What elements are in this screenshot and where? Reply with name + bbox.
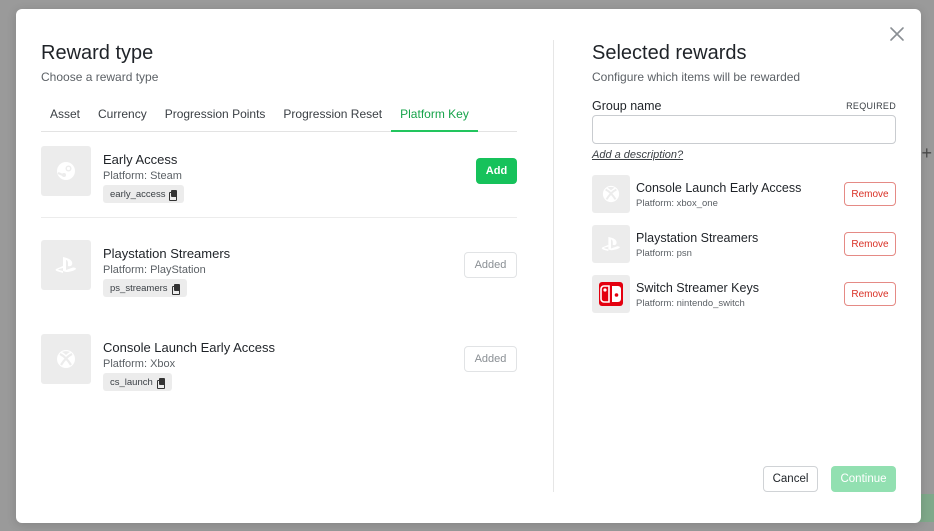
selected-item-platform: Platform: nintendo_switch [636,298,745,309]
group-name-input[interactable] [592,115,896,144]
add-description-link[interactable]: Add a description? [592,149,683,161]
item-platform: Platform: PlayStation [103,264,206,276]
added-button: Added [464,252,517,278]
remove-button[interactable]: Remove [844,182,896,206]
reward-modal: Reward type Choose a reward type Asset C… [16,9,921,523]
selected-rewards-panel: Selected rewards Configure which items w… [592,9,896,523]
playstation-icon [41,240,91,290]
copy-icon[interactable] [156,377,165,389]
tab-platform-key[interactable]: Platform Key [391,98,478,132]
copy-icon[interactable] [171,283,180,295]
remove-button[interactable]: Remove [844,232,896,256]
item-platform: Platform: Xbox [103,358,176,370]
list-item: Console Launch Early Access Platform: Xb… [41,334,517,420]
reward-type-tabs: Asset Currency Progression Points Progre… [41,98,517,132]
selected-item: Playstation Streamers Platform: psn Remo… [592,225,896,263]
tab-currency[interactable]: Currency [89,98,156,132]
selected-item: Console Launch Early Access Platform: xb… [592,175,896,213]
list-item: Playstation Streamers Platform: PlayStat… [41,240,517,326]
list-item: Early Access Platform: Steam early_acces… [41,146,517,232]
item-name: Playstation Streamers [103,246,231,261]
required-label: REQUIRED [846,101,896,111]
item-key-chip[interactable]: cs_launch [103,373,172,391]
tab-progression-points[interactable]: Progression Points [156,98,275,132]
reward-type-title: Reward type [41,42,154,64]
selected-rewards-subtitle: Configure which items will be rewarded [592,70,801,84]
item-platform: Platform: Steam [103,170,182,182]
remove-button[interactable]: Remove [844,282,896,306]
copy-icon[interactable] [169,189,178,201]
cancel-button[interactable]: Cancel [763,466,818,492]
divider [41,217,517,218]
added-button: Added [464,346,517,372]
steam-icon [41,146,91,196]
item-key-chip[interactable]: ps_streamers [103,279,187,297]
background-plus-icon: + [921,143,932,163]
add-button[interactable]: Add [476,158,517,184]
selected-rewards-title: Selected rewards [592,42,747,64]
item-key: ps_streamers [110,282,168,294]
playstation-icon [592,225,630,263]
panel-divider [553,40,554,492]
item-key: early_access [110,188,166,200]
group-name-label: Group name [592,99,662,113]
selected-item-name: Switch Streamer Keys [636,281,759,295]
selected-item-name: Console Launch Early Access [636,181,802,195]
selected-item-platform: Platform: xbox_one [636,198,718,209]
xbox-icon [41,334,91,384]
item-name: Console Launch Early Access [103,340,275,355]
selected-item-platform: Platform: psn [636,248,692,259]
continue-button[interactable]: Continue [831,466,896,492]
item-key: cs_launch [110,376,153,388]
nintendo-switch-icon [592,275,630,313]
reward-type-subtitle: Choose a reward type [41,70,159,84]
xbox-icon [592,175,630,213]
reward-type-panel: Reward type Choose a reward type Asset C… [41,9,517,523]
selected-item-name: Playstation Streamers [636,231,759,245]
selected-item: Switch Streamer Keys Platform: nintendo_… [592,275,896,313]
item-key-chip[interactable]: early_access [103,185,185,203]
item-name: Early Access [103,152,178,167]
tab-progression-reset[interactable]: Progression Reset [274,98,391,132]
tab-asset[interactable]: Asset [41,98,89,132]
